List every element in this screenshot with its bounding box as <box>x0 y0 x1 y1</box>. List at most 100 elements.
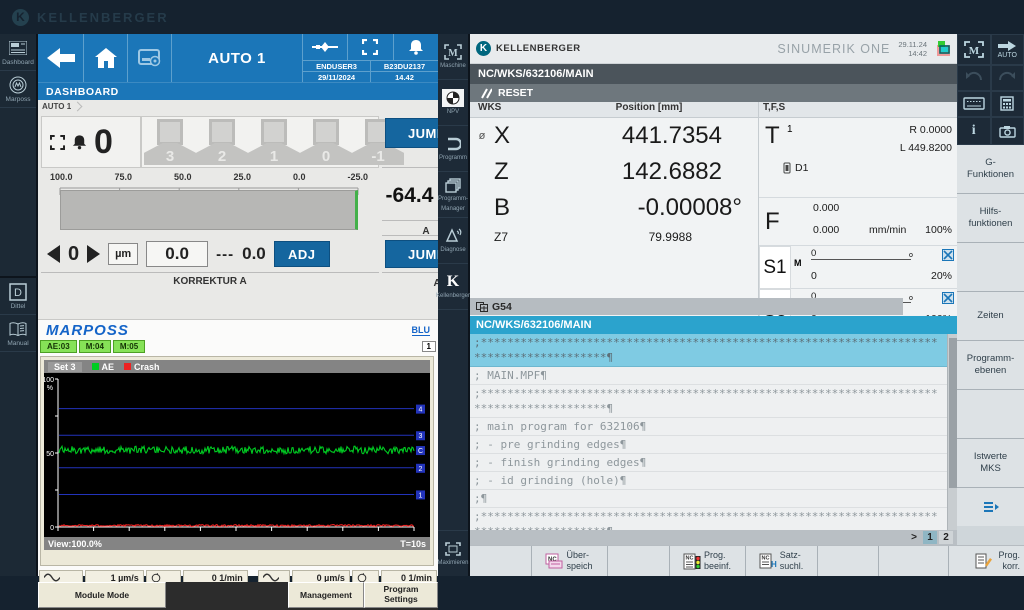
bell-icon[interactable] <box>393 34 438 60</box>
marposs-logo-row: MARPOSS BLU <box>38 320 438 340</box>
sidebar-item-npv[interactable]: NPV <box>438 80 468 126</box>
dashboard-icon <box>8 39 28 57</box>
sidebar-item-maschine[interactable]: M Maschine <box>438 34 468 80</box>
sidebar-item-diagnose[interactable]: Diagnose <box>438 218 468 264</box>
maschine-icon: M <box>442 43 464 61</box>
softkey-programmebenen[interactable]: Programm-ebenen <box>957 341 1024 390</box>
breadcrumb[interactable]: AUTO 1 <box>42 102 81 111</box>
editor-scrollbar[interactable] <box>947 334 957 530</box>
softkey-zeiten[interactable]: Zeiten <box>957 292 1024 341</box>
step-right-arrow[interactable] <box>87 245 100 263</box>
program-settings-button[interactable]: ProgramSettings <box>364 582 438 608</box>
svg-text:100: 100 <box>44 377 54 384</box>
legend-ae-swatch <box>92 363 99 370</box>
page-2[interactable]: 2 <box>939 531 953 544</box>
wks-header: WKS <box>470 102 540 117</box>
programm-icon <box>442 135 464 153</box>
svg-text:2: 2 <box>419 466 423 473</box>
sidebar-item-dashboard[interactable]: Dashboard <box>0 34 36 71</box>
back-arrow-icon <box>46 47 76 69</box>
step-left-arrow[interactable] <box>47 245 60 263</box>
spindle1-override: 20% <box>931 270 952 282</box>
sidebar-item-dittel[interactable]: D Dittel <box>0 278 36 315</box>
adj-button[interactable]: ADJ <box>274 241 330 267</box>
editor-line[interactable]: ;***************************************… <box>470 385 947 418</box>
softkey-satzsuchl[interactable]: NCH Satz-suchl. <box>746 546 818 576</box>
settings-button[interactable] <box>128 34 172 82</box>
unit-box[interactable]: µm <box>108 243 138 265</box>
legend-crash-swatch <box>124 363 131 370</box>
marker-1[interactable]: 1 <box>248 119 300 165</box>
management-button[interactable]: Management <box>288 582 364 608</box>
dashboard-section-title: DASHBOARD <box>38 82 438 100</box>
editor-line[interactable]: ;***************************************… <box>470 508 947 530</box>
korrektur-row: 0 µm 0.0 --- 0.0 ADJ <box>41 238 379 270</box>
marker-strip: 3 2 1 0 -1 <box>141 116 379 168</box>
sidebar-item-manual[interactable]: Manual <box>0 315 36 352</box>
bell-dark-icon <box>71 134 88 150</box>
tool-label: T <box>765 122 780 150</box>
marker-0[interactable]: 0 <box>300 119 352 165</box>
programm-manager-icon <box>442 176 464 194</box>
softkey-empty-3[interactable] <box>957 243 1024 292</box>
bsk-empty-4[interactable] <box>879 546 949 576</box>
satzsuchl-icon: NCH <box>759 553 777 569</box>
editor-line[interactable]: ;***************************************… <box>470 334 947 367</box>
editor-line[interactable]: ; - finish grinding edges¶ <box>470 454 947 472</box>
info-icon[interactable]: i <box>957 117 991 145</box>
softkey-ueberspeich[interactable]: NC Über-speich <box>532 546 608 576</box>
axis-row-z7: Z7 79.9988 <box>470 226 758 248</box>
marker-2[interactable]: 2 <box>196 119 248 165</box>
manual-book-icon <box>8 320 28 338</box>
softkey-prog-korr[interactable]: Prog.korr. <box>949 546 1024 576</box>
editor-content[interactable]: ;***************************************… <box>470 334 947 530</box>
bsk-empty-1[interactable] <box>470 546 532 576</box>
undo-icon[interactable] <box>957 65 991 91</box>
workpiece-icon[interactable] <box>303 34 347 60</box>
screens-status-icon[interactable] <box>935 41 951 56</box>
pager-arrow[interactable]: > <box>911 532 917 543</box>
softkey-more-list[interactable] <box>957 488 1024 526</box>
calculator-icon[interactable] <box>991 91 1024 118</box>
machine-frame-icon[interactable]: M <box>957 34 991 65</box>
right-softkey-column: M AUTO i G-Funktionen Hilfs-funktionen Z… <box>957 34 1024 576</box>
softkey-empty-6[interactable] <box>957 390 1024 439</box>
editor-line[interactable]: ;¶ <box>470 490 947 508</box>
page-1[interactable]: 1 <box>923 531 937 544</box>
right-icon-grid: M AUTO i <box>957 34 1024 145</box>
editor-line[interactable]: ; - pre grinding edges¶ <box>470 436 947 454</box>
auto-mode-icon[interactable]: AUTO <box>991 34 1024 65</box>
softkey-g-funktionen[interactable]: G-Funktionen <box>957 145 1024 194</box>
marposs-logo: MARPOSS <box>46 322 129 339</box>
sidebar-item-programm-manager[interactable]: Programm-Manager <box>438 172 468 218</box>
feed-override: 100% <box>925 224 952 236</box>
correction-field-1[interactable]: 0.0 <box>146 241 208 267</box>
bsk-empty-2[interactable] <box>608 546 670 576</box>
screenshot-camera-icon[interactable] <box>991 117 1024 145</box>
frame-icon[interactable] <box>347 34 392 60</box>
reset-icon <box>478 88 492 99</box>
home-button[interactable] <box>84 34 128 82</box>
marker-3[interactable]: 3 <box>144 119 196 165</box>
keyboard-icon[interactable] <box>957 91 991 118</box>
sidebar-item-marposs[interactable]: Marposs <box>0 71 36 108</box>
redo-icon[interactable] <box>991 65 1024 91</box>
axis-z7-value: 79.9988 <box>542 230 692 244</box>
editor-line[interactable]: ; - id grinding (hole)¶ <box>470 472 947 490</box>
sidebar-item-programm[interactable]: Programm <box>438 126 468 172</box>
sidebar-item-kellenberger[interactable]: K Kellenberger <box>438 264 468 310</box>
softkey-hilfsfunktionen[interactable]: Hilfs-funktionen <box>957 194 1024 243</box>
maximize-button[interactable]: Maximieren <box>438 530 468 576</box>
module-mode-button[interactable]: Module Mode <box>38 582 166 608</box>
editor-scrollbar-thumb[interactable] <box>949 338 957 488</box>
softkey-istwerte-mks[interactable]: IstwerteMKS <box>957 439 1024 488</box>
softkey-prog-beeinf[interactable]: NC Prog.beeinf. <box>670 546 746 576</box>
editor-line[interactable]: ; MAIN.MPF¶ <box>470 367 947 385</box>
axis-row-x: ø X 441.7354 <box>470 118 758 154</box>
marposs-section: MARPOSS BLU AE:03 M:04 M:05 1 Set 3 AE C… <box>38 319 438 576</box>
editor-line[interactable]: ; main program for 632106¶ <box>470 418 947 436</box>
marposs-icon <box>8 76 28 94</box>
bsk-empty-3[interactable] <box>818 546 880 576</box>
status-badge-ae: AE:03 <box>40 340 77 353</box>
back-button[interactable] <box>38 34 84 82</box>
